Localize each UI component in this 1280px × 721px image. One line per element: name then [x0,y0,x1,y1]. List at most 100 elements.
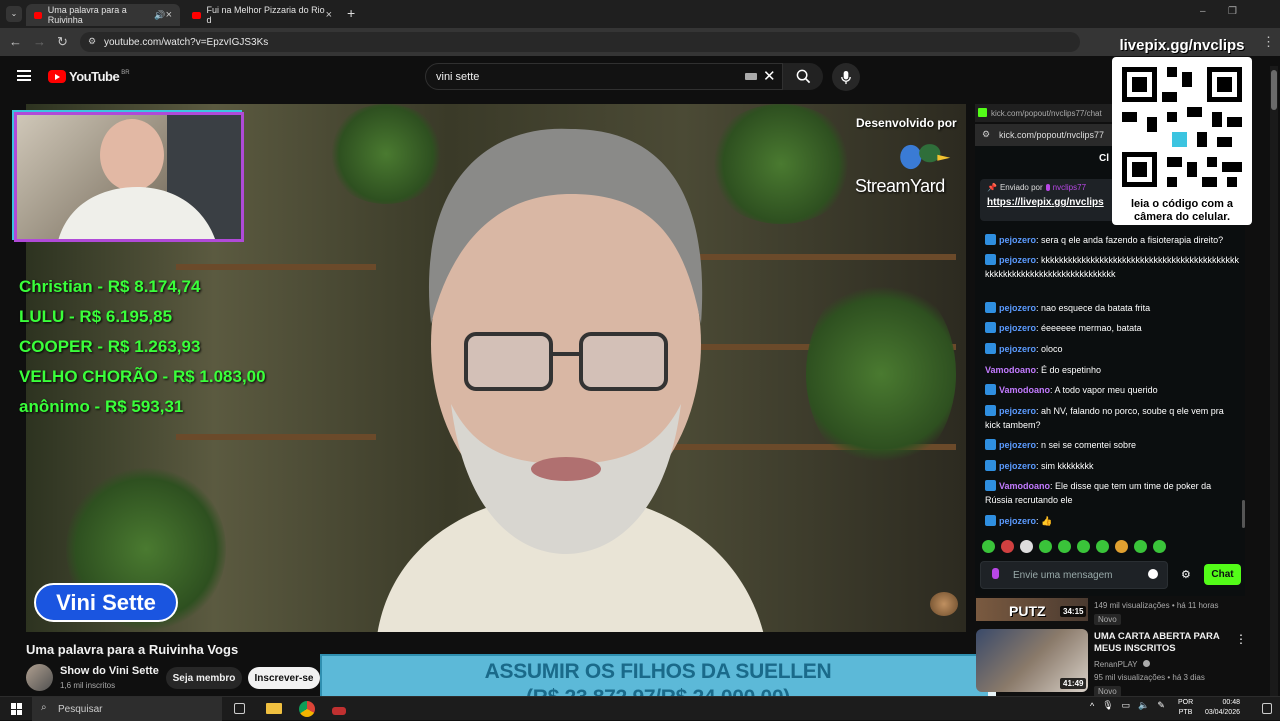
chat-username[interactable]: pejozero [999,516,1036,526]
emote-icon[interactable] [1020,540,1033,553]
chat-settings-gear-icon[interactable]: ⚙ [1181,568,1191,581]
clock[interactable]: 00:48 03/04/2026 [1200,698,1240,718]
site-info-icon[interactable]: ⚙ [982,129,990,140]
reload-icon[interactable]: ↻ [57,34,68,50]
youtube-header: YouTube BR vini sette ✕ [0,56,1280,98]
chat-username[interactable]: Vamodoano [999,481,1050,491]
windows-taskbar: ⌕ Pesquisar ^ 🎙 ▭ 🔈 ✎ POR PTB 00:48 03/0… [0,696,1280,721]
pinned-user[interactable]: nvclips77 [1053,183,1086,192]
badge-icon [985,302,996,313]
pen-icon[interactable]: ✎ [1157,700,1165,711]
scrollbar-thumb[interactable] [1271,70,1277,110]
file-explorer-icon[interactable] [266,703,282,714]
browser-menu-icon[interactable]: ⋮ [1262,34,1275,50]
tray-overflow-icon[interactable]: ^ [1090,701,1094,711]
taskbar-search[interactable]: ⌕ Pesquisar [32,697,222,721]
emote-icon[interactable] [982,540,995,553]
join-button[interactable]: Seja membro [166,667,242,689]
emote-icon[interactable] [1039,540,1052,553]
chat-username[interactable]: pejozero [999,461,1036,471]
emoji-icon[interactable] [1148,569,1158,579]
network-icon[interactable]: ▭ [1122,700,1131,711]
emote-icon[interactable] [1058,540,1071,553]
tab-pizzaria[interactable]: Fui na Melhor Pizzaria do Rio d × [184,4,340,26]
channel-avatar[interactable] [26,664,53,691]
keyboard-icon[interactable] [745,73,757,80]
chat-scrollbar[interactable] [1242,500,1245,528]
back-icon[interactable]: ← [9,34,22,49]
country-code: BR [121,69,130,76]
notifications-icon[interactable] [1262,703,1272,714]
tab-list-dropdown-icon[interactable]: ⌄ [6,6,22,22]
app-icon[interactable] [332,707,346,715]
chat-username[interactable]: pejozero [999,255,1036,265]
address-bar[interactable]: ⚙ youtube.com/watch?v=EpzvIGJS3Ks [80,32,1080,52]
search-icon: ⌕ [41,702,47,713]
task-view-icon[interactable] [234,703,245,714]
language-indicator[interactable]: POR PTB [1178,698,1193,718]
chat-message: pejozero: ah NV, falando no porco, soube… [985,404,1240,432]
emote-icon[interactable] [1115,540,1128,553]
pinned-link[interactable]: https://livepix.gg/nvclips [987,197,1108,208]
maximize-icon[interactable]: ❐ [1228,6,1237,17]
new-tab-button[interactable]: + [347,5,355,21]
emote-icon[interactable] [1096,540,1109,553]
chat-username[interactable]: pejozero [999,303,1036,313]
tab-video[interactable]: Uma palavra para a Ruivinha 🔊 × [26,4,180,26]
windows-start-icon[interactable] [11,703,23,715]
chat-username[interactable]: Vamodoano [999,385,1050,395]
chat-message: Vamodoano: A todo vapor meu querido [985,383,1240,397]
emote-icon[interactable] [1153,540,1166,553]
chat-message: pejozero: kkkkkkkkkkkkkkkkkkkkkkkkkkkkkk… [985,253,1240,281]
chat-username[interactable]: Vamodoano [985,365,1036,375]
emote-icon[interactable] [1001,540,1014,553]
menu-icon[interactable] [17,70,31,81]
close-tab-icon[interactable]: × [326,9,332,21]
chat-username[interactable]: pejozero [999,440,1036,450]
streamyard-label: Desenvolvido por [856,116,957,130]
microphone-tray-icon[interactable]: 🎙 [1102,700,1113,711]
search-input[interactable]: vini sette [425,63,783,90]
clear-search-icon[interactable]: ✕ [763,67,776,85]
microphone-icon[interactable] [992,568,999,579]
subscribe-button[interactable]: Inscrever-se [248,667,320,689]
youtube-logo[interactable]: YouTube BR [48,69,130,84]
recommendation-channel[interactable]: RenanPLAY [1094,660,1150,669]
chat-username[interactable]: pejozero [999,235,1036,245]
streamer-figure [377,128,764,632]
search-button[interactable] [783,63,823,90]
video-meta: 149 mil visualizações • há 11 horas [1094,601,1219,610]
site-info-icon[interactable]: ⚙ [88,36,96,47]
subscriber-count: 1,6 mil inscritos [60,681,116,690]
chat-send-button[interactable]: Chat [1204,564,1241,585]
chat-header-title: Cl [1099,153,1109,164]
channel-name: RenanPLAY [1094,660,1138,669]
emote-icon[interactable] [1134,540,1147,553]
close-tab-icon[interactable]: × [166,9,172,21]
badge-icon [985,384,996,395]
youtube-favicon-icon [34,11,42,19]
chrome-icon[interactable] [299,701,315,717]
url-text: youtube.com/watch?v=EpzvIGJS3Ks [104,36,269,48]
video-title: Uma palavra para a Ruivinha Vogs [26,642,239,657]
chat-username[interactable]: pejozero [999,406,1036,416]
verified-icon [1142,660,1150,667]
chat-text: : sim kkkkkkkk [1036,461,1094,471]
webcam-overlay [14,112,244,242]
minimize-icon[interactable]: – [1200,6,1206,17]
page-scrollbar[interactable] [1270,66,1278,696]
chat-text: : 👍 [1036,516,1053,526]
chat-username[interactable]: pejozero [999,323,1036,333]
volume-icon[interactable]: 🔈 [1138,700,1149,711]
channel-name[interactable]: Show do Vini Sette [60,665,159,677]
emote-icon[interactable] [1077,540,1090,553]
badge-icon [985,460,996,471]
chat-username[interactable]: pejozero [999,344,1036,354]
recommendation-title[interactable]: UMA CARTA ABERTA PARA MEUS INSCRITOS [1094,631,1224,655]
forward-icon[interactable]: → [33,34,46,49]
voice-search-button[interactable] [832,63,860,91]
audio-icon[interactable]: 🔊 [154,10,165,21]
video-duration: 41:49 [1060,678,1087,689]
more-options-icon[interactable]: ⋮ [1235,632,1247,646]
chat-message-input[interactable]: Envie uma mensagem [980,561,1168,589]
